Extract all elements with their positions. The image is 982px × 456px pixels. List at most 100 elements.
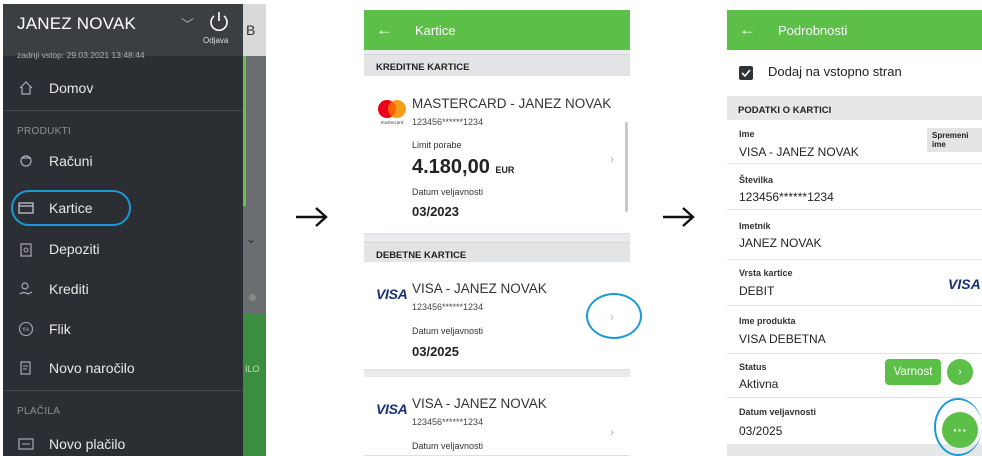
security-button[interactable]: Varnost — [885, 359, 941, 385]
checkmark-icon — [741, 69, 751, 78]
divider — [3, 390, 243, 391]
wallet-icon — [17, 152, 35, 170]
drawer-item-label: Flik — [49, 321, 71, 337]
chevron-right-icon[interactable]: › — [610, 152, 614, 166]
background-label: ILO — [245, 364, 260, 374]
field-status: Status Aktivna Varnost › — [727, 354, 982, 398]
user-name: JANEZ NOVAK — [17, 14, 137, 33]
tutorial-stage: B ⌄ ILO JANEZ NOVAK ﹀ Odjava zadnji vsto… — [0, 0, 982, 456]
debit-card-item[interactable]: VISA VISA - JANEZ NOVAK 123456******1234… — [364, 377, 630, 456]
drawer-item-label: Domov — [49, 80, 94, 96]
card-number: 123456******1234 — [412, 117, 484, 127]
loan-icon — [17, 280, 35, 298]
svg-text:flik: flik — [23, 327, 30, 333]
deposit-icon — [17, 240, 35, 258]
order-icon — [17, 359, 35, 377]
background-screen: B ⌄ ILO — [243, 4, 266, 456]
limit-value: 4.180,00 EUR — [412, 156, 514, 179]
arrow-right-icon — [663, 207, 695, 227]
section-credit-cards: KREDITNE KARTICE — [364, 54, 630, 78]
flik-icon: flik — [17, 320, 35, 338]
arrow-right-icon — [296, 207, 328, 227]
expiry-label: Datum veljavnosti — [412, 326, 484, 336]
screen-title: Podrobnosti — [778, 22, 848, 38]
drawer-item-deposits[interactable]: Depoziti — [17, 233, 227, 265]
add-to-home-label: Dodaj na vstopno stran — [768, 64, 902, 79]
card-number: 123456******1234 — [412, 417, 484, 427]
background-green-area — [243, 314, 266, 456]
currency: EUR — [495, 165, 515, 175]
divider — [3, 110, 243, 111]
navigation-drawer: JANEZ NOVAK ﹀ Odjava zadnji vstop: 29.03… — [3, 4, 243, 456]
expiry-value: 03/2025 — [412, 344, 459, 359]
drawer-item-label: Novo naročilo — [49, 360, 135, 376]
checkbox[interactable] — [739, 66, 753, 80]
field-value: JANEZ NOVAK — [739, 236, 822, 250]
back-arrow-icon[interactable]: ← — [739, 20, 756, 40]
drawer-item-flik[interactable]: flik Flik — [17, 313, 227, 345]
svg-text:mastercard: mastercard — [381, 120, 404, 125]
section-products: PRODUKTI — [17, 126, 72, 137]
chevron-right-icon[interactable]: › — [610, 425, 614, 439]
field-label: Ime — [739, 129, 755, 139]
top-bar: ← Kartice — [364, 10, 630, 50]
field-label: Datum veljavnosti — [739, 407, 817, 417]
highlight-cards — [11, 190, 131, 226]
chevron-down-icon[interactable]: ﹀ — [181, 14, 194, 33]
visa-logo-icon: VISA — [948, 276, 981, 292]
expiry-label: Datum veljavnosti — [412, 441, 484, 451]
card-number: 123456******1234 — [412, 302, 484, 312]
top-bar: ← Podrobnosti — [727, 10, 982, 50]
screen-title: Kartice — [415, 22, 456, 38]
mastercard-logo-icon: mastercard — [378, 100, 406, 125]
drawer-header: JANEZ NOVAK ﹀ Odjava — [3, 4, 243, 56]
scrollbar[interactable] — [625, 122, 628, 212]
field-product: Ime produkta VISA DEBETNA — [727, 306, 982, 354]
drawer-item-label: Računi — [49, 153, 93, 169]
power-icon[interactable] — [207, 10, 231, 34]
last-login: zadnji vstop: 29.03.2021 13:48:44 — [17, 50, 145, 60]
card-name: VISA - JANEZ NOVAK — [412, 281, 547, 296]
add-to-home-row[interactable]: Dodaj na vstopno stran — [727, 50, 982, 96]
drawer-screen: B ⌄ ILO JANEZ NOVAK ﹀ Odjava zadnji vsto… — [3, 4, 266, 456]
field-label: Imetnik — [739, 221, 771, 231]
drawer-item-accounts[interactable]: Računi — [17, 145, 227, 177]
field-value: DEBIT — [739, 284, 775, 298]
home-icon — [17, 79, 35, 97]
field-card-type: Vrsta kartice DEBIT VISA — [727, 260, 982, 306]
field-value: 123456******1234 — [739, 190, 834, 204]
field-label: Vrsta kartice — [739, 268, 793, 278]
field-label: Ime produkta — [739, 316, 796, 326]
back-arrow-icon[interactable]: ← — [376, 20, 393, 40]
payment-icon — [17, 435, 35, 453]
highlight-more-button — [934, 398, 982, 456]
card-name: MASTERCARD - JANEZ NOVAK — [412, 96, 612, 111]
field-name: Ime VISA - JANEZ NOVAK Spremeni ime — [727, 122, 982, 164]
section-payments: PLAČILA — [17, 406, 61, 417]
field-holder: Imetnik JANEZ NOVAK — [727, 210, 982, 260]
drawer-item-label: Krediti — [49, 281, 89, 297]
visa-logo-icon: VISA — [376, 286, 408, 302]
details-screen: ← Podrobnosti Dodaj na vstopno stran POD… — [727, 10, 982, 456]
chevron-right-icon[interactable]: › — [947, 359, 973, 385]
chevron-down-icon: ⌄ — [246, 232, 257, 246]
limit-label: Limit porabe — [412, 140, 462, 150]
field-label: Status — [739, 362, 767, 372]
dot-icon — [249, 294, 256, 301]
credit-card-item[interactable]: mastercard MASTERCARD - JANEZ NOVAK 1234… — [364, 76, 630, 234]
field-number: Številka 123456******1234 — [727, 164, 982, 210]
drawer-item-loans[interactable]: Krediti — [17, 273, 227, 305]
background-accent — [243, 56, 246, 206]
drawer-item-new-payment[interactable]: Novo plačilo — [17, 428, 227, 456]
rename-button[interactable]: Spremeni ime — [927, 128, 982, 152]
highlight-chevron — [586, 293, 642, 339]
drawer-item-home[interactable]: Domov — [17, 72, 227, 104]
logout-label[interactable]: Odjava — [203, 36, 228, 45]
drawer-item-label: Depoziti — [49, 241, 100, 257]
section-card-data: PODATKI O KARTICI — [727, 96, 982, 120]
cards-screen: ← Kartice KREDITNE KARTICE mastercard MA… — [364, 10, 630, 456]
drawer-item-new-order[interactable]: Novo naročilo — [17, 352, 227, 384]
field-value: Aktivna — [739, 377, 779, 391]
field-value: 03/2025 — [739, 424, 783, 438]
background-cut-text: B — [243, 4, 266, 56]
